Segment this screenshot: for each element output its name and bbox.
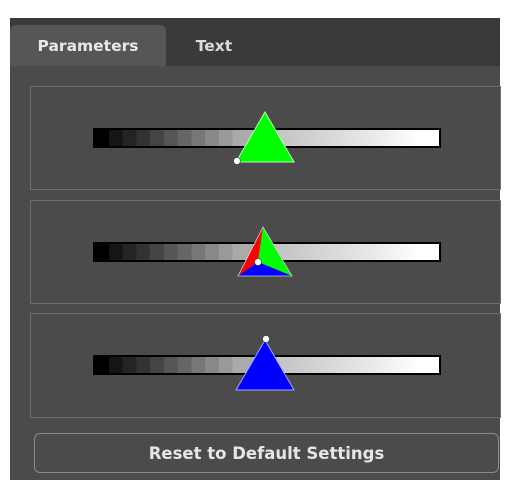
slider-group-1 (30, 86, 501, 190)
point-handle[interactable] (262, 335, 270, 343)
slider-handles-3 (235, 335, 295, 391)
slider-handles-1 (233, 111, 295, 165)
slider-group-2 (30, 200, 501, 304)
tab-bar: Parameters Text (10, 18, 500, 66)
parameters-content: Reset to Default Settings (10, 66, 501, 480)
slider-group-3 (30, 313, 501, 418)
point-handle[interactable] (254, 258, 262, 266)
reset-to-default-button[interactable]: Reset to Default Settings (34, 433, 499, 473)
slider-handles-2 (237, 226, 293, 277)
blue-triangle-handle[interactable] (235, 339, 295, 391)
tab-text[interactable]: Text (172, 25, 256, 66)
green-triangle-handle[interactable] (235, 111, 295, 163)
point-handle[interactable] (233, 157, 241, 165)
tab-parameters[interactable]: Parameters (10, 25, 166, 66)
